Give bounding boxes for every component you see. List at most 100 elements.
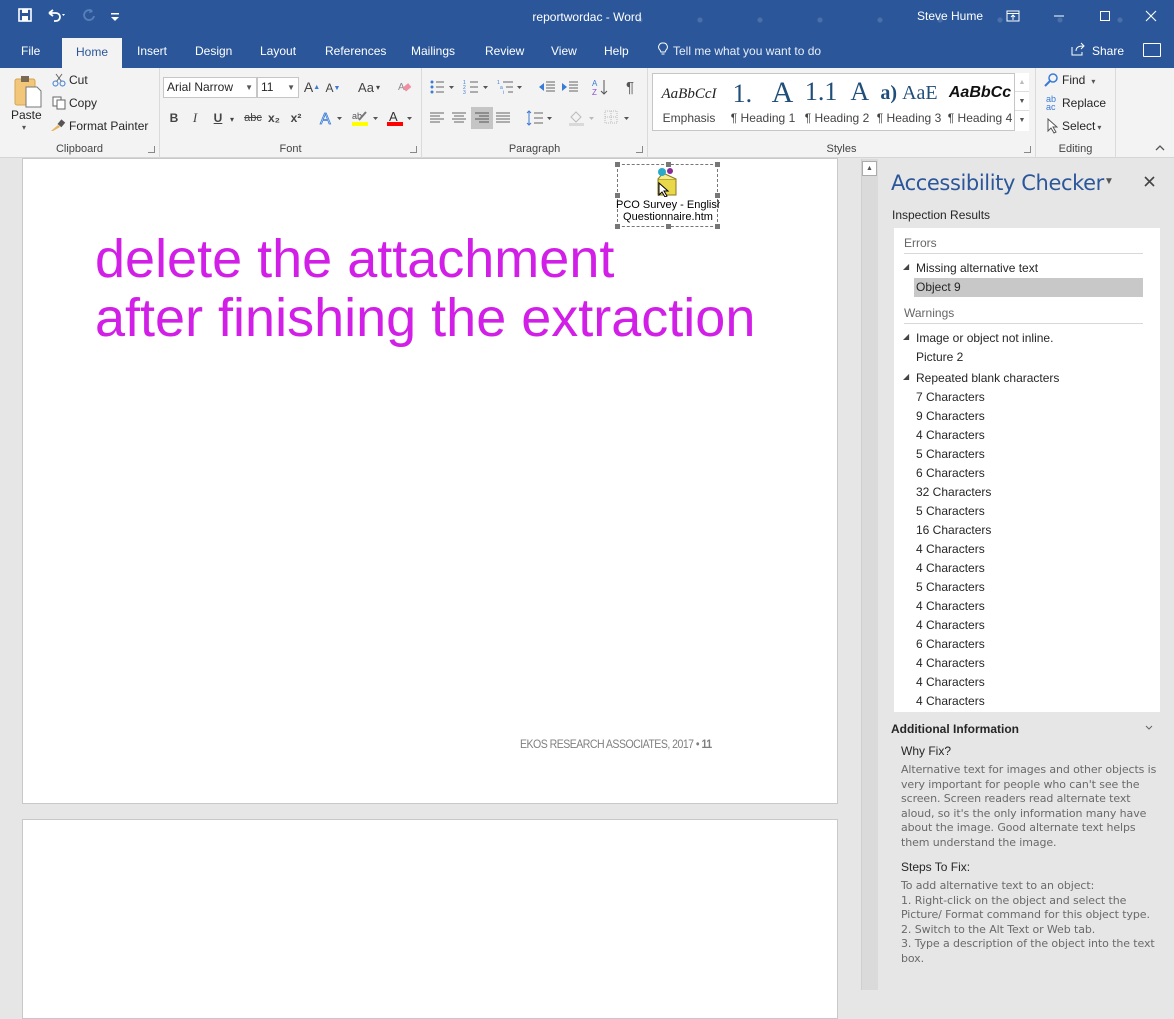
grow-font-icon[interactable]: A ▲ [304, 78, 320, 96]
font-name-combo[interactable]: Arial Narrow ▼ [163, 77, 257, 98]
tab-insert[interactable]: Insert [137, 36, 167, 68]
tab-design[interactable]: Design [195, 36, 232, 68]
result-item-blank-characters[interactable]: 4 Characters [916, 694, 985, 708]
highlight-color-icon[interactable]: ab [350, 108, 382, 128]
ribbon-display-options-icon[interactable] [990, 0, 1036, 32]
result-item-blank-characters[interactable]: 32 Characters [916, 485, 991, 499]
clipboard-dialog-launcher[interactable] [148, 146, 155, 153]
style-heading-2[interactable]: 1.1 A ¶ Heading 2 [801, 74, 873, 130]
result-item-blank-characters[interactable]: 5 Characters [916, 504, 985, 518]
paste-dropdown-icon[interactable]: ▾ [22, 123, 26, 132]
result-item-blank-characters[interactable]: 4 Characters [916, 428, 985, 442]
embedded-object[interactable]: PCO Survey - English Questionnaire.htm [615, 162, 720, 229]
paragraph-dialog-launcher[interactable] [636, 146, 643, 153]
result-item-object-9[interactable]: Object 9 [914, 278, 1143, 297]
copy-button[interactable]: Copy [69, 96, 97, 110]
italic-button[interactable]: I [187, 109, 203, 127]
bold-button[interactable]: B [166, 109, 182, 127]
result-item-blank-characters[interactable]: 7 Characters [916, 390, 985, 404]
align-right-icon[interactable] [471, 107, 493, 129]
underline-dropdown-icon[interactable]: ▾ [227, 110, 237, 128]
document-page[interactable]: PCO Survey - English Questionnaire.htm d… [22, 158, 838, 804]
result-item-blank-characters[interactable]: 4 Characters [916, 561, 985, 575]
resize-handle[interactable] [615, 193, 620, 198]
styles-scroll-up-icon[interactable]: ▲ [1015, 73, 1029, 92]
result-item-blank-characters[interactable]: 4 Characters [916, 599, 985, 613]
tab-file[interactable]: File [21, 36, 40, 68]
change-case-button[interactable]: Aa ▾ [355, 78, 383, 96]
resize-handle[interactable] [715, 162, 720, 167]
clear-formatting-icon[interactable]: A [396, 78, 414, 96]
tab-mailings[interactable]: Mailings [411, 36, 455, 68]
tab-view[interactable]: View [551, 36, 577, 68]
paste-icon[interactable] [11, 74, 45, 108]
shrink-font-icon[interactable]: A ▼ [325, 79, 341, 97]
strikethrough-button[interactable]: abc [242, 109, 264, 127]
chevron-down-icon[interactable] [1145, 722, 1153, 733]
vertical-scrollbar[interactable]: ▲ [861, 159, 878, 990]
user-name[interactable]: Steve Hume [917, 9, 983, 23]
inspection-results-list[interactable]: Errors Missing alternative text Object 9… [894, 228, 1160, 712]
paste-button[interactable]: Paste [11, 108, 42, 122]
share-button[interactable]: Share [1070, 36, 1124, 67]
borders-icon[interactable] [602, 108, 634, 128]
styles-dialog-launcher[interactable] [1024, 146, 1031, 153]
styles-more-icon[interactable]: ▼ [1015, 111, 1029, 130]
cut-button[interactable]: Cut [69, 73, 88, 87]
line-spacing-icon[interactable] [525, 108, 555, 128]
resize-handle[interactable] [615, 224, 620, 229]
result-item-blank-characters[interactable]: 4 Characters [916, 675, 985, 689]
format-painter-button[interactable]: Format Painter [69, 119, 148, 133]
pane-options-icon[interactable]: ▼ [1104, 176, 1114, 187]
align-center-icon[interactable] [450, 109, 468, 127]
comments-icon[interactable] [1143, 43, 1161, 57]
find-button[interactable]: Find ▾ [1062, 73, 1095, 87]
chevron-down-icon[interactable]: ▼ [287, 78, 295, 97]
tab-layout[interactable]: Layout [260, 36, 296, 68]
issue-repeated-blank-chars[interactable]: Repeated blank characters [903, 371, 1059, 385]
replace-button[interactable]: Replace [1062, 96, 1106, 110]
close-icon[interactable] [1128, 0, 1174, 32]
tab-home[interactable]: Home [62, 38, 122, 68]
font-dialog-launcher[interactable] [410, 146, 417, 153]
subscript-button[interactable]: x₂ [265, 109, 283, 127]
resize-handle[interactable] [715, 224, 720, 229]
underline-button[interactable]: U [210, 109, 226, 127]
justify-icon[interactable] [494, 109, 512, 127]
styles-scroll-down-icon[interactable]: ▼ [1015, 92, 1029, 111]
result-item-blank-characters[interactable]: 6 Characters [916, 637, 985, 651]
sort-icon[interactable]: AZ [590, 77, 610, 97]
tab-review[interactable]: Review [485, 36, 524, 68]
result-item-blank-characters[interactable]: 5 Characters [916, 447, 985, 461]
pane-close-icon[interactable] [1144, 172, 1155, 192]
collapse-ribbon-icon[interactable] [1153, 142, 1167, 154]
style-heading-1[interactable]: 1. A ¶ Heading 1 [725, 74, 801, 130]
result-item-blank-characters[interactable]: 4 Characters [916, 656, 985, 670]
chevron-down-icon[interactable]: ▼ [245, 78, 253, 97]
select-button[interactable]: Select ▾ [1062, 119, 1101, 133]
align-left-icon[interactable] [428, 109, 446, 127]
result-item-blank-characters[interactable]: 5 Characters [916, 580, 985, 594]
font-size-combo[interactable]: 11 ▼ [257, 77, 299, 98]
style-heading-3[interactable]: a) AaE ¶ Heading 3 [873, 74, 945, 130]
resize-handle[interactable] [615, 162, 620, 167]
style-heading-4[interactable]: AaBbCc ¶ Heading 4 [945, 74, 1015, 130]
shading-icon[interactable] [567, 108, 599, 128]
result-item-blank-characters[interactable]: 9 Characters [916, 409, 985, 423]
resize-handle[interactable] [666, 224, 671, 229]
text-effects-icon[interactable]: A [318, 108, 346, 128]
document-page-next[interactable] [22, 819, 838, 1019]
multilevel-list-icon[interactable]: 1ai [496, 78, 526, 96]
result-item-picture-2[interactable]: Picture 2 [916, 350, 963, 364]
decrease-indent-icon[interactable] [537, 78, 557, 96]
bullets-icon[interactable] [428, 78, 458, 96]
issue-not-inline[interactable]: Image or object not inline. [903, 331, 1053, 345]
style-emphasis[interactable]: AaBbCcI Emphasis [653, 74, 725, 130]
scroll-up-icon[interactable]: ▲ [862, 161, 877, 176]
maximize-icon[interactable] [1082, 0, 1128, 32]
show-formatting-marks-button[interactable]: ¶ [621, 77, 639, 97]
result-item-blank-characters[interactable]: 4 Characters [916, 542, 985, 556]
minimize-icon[interactable] [1036, 0, 1082, 32]
tab-help[interactable]: Help [604, 36, 629, 68]
result-item-blank-characters[interactable]: 6 Characters [916, 466, 985, 480]
